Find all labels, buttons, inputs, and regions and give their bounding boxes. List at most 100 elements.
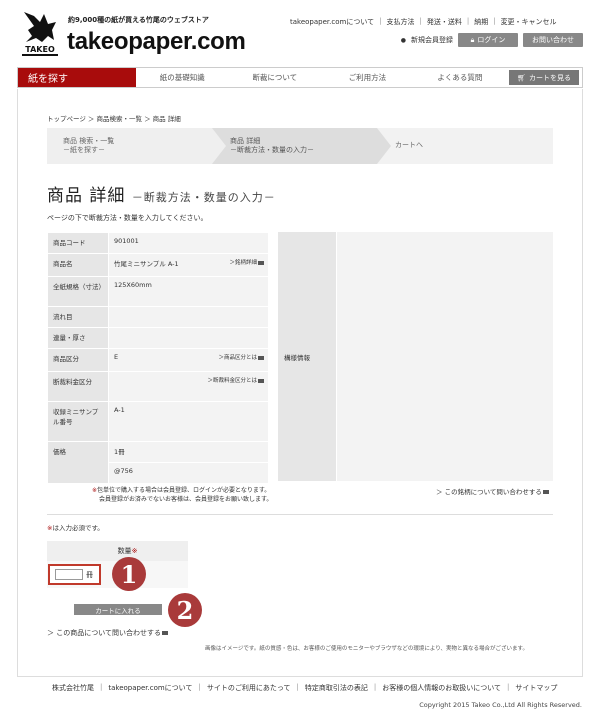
category-cell: E ＞商品区分とは — [108, 348, 269, 372]
nav-search-paper[interactable]: 紙を探す — [18, 68, 136, 87]
step-cart: カートへ — [377, 128, 553, 164]
table-row: 商品コード 901001 — [47, 232, 269, 254]
nav-cutting[interactable]: 断裁について — [229, 68, 322, 87]
window-icon — [162, 631, 169, 635]
quantity-field-highlight: 冊 — [48, 564, 101, 585]
section-divider — [47, 514, 553, 515]
lock-icon: 🔒︎ — [470, 35, 475, 44]
table-row: 流れ目 — [47, 306, 269, 328]
size-value: 125X60mm — [108, 276, 269, 307]
footer-link-law[interactable]: 特定商取引法の表記 — [305, 683, 368, 693]
inquiry-product-link[interactable]: ＞ この商品について問い合わせする — [47, 628, 169, 638]
takeo-logo[interactable]: TAKEO — [18, 8, 62, 58]
top-link-shipping[interactable]: 発送・送料 — [427, 17, 462, 27]
quantity-unit: 冊 — [86, 570, 93, 579]
brand-detail-link[interactable]: ＞銘柄詳細 — [229, 258, 264, 266]
quantity-label: 数量 — [117, 547, 132, 555]
step-detail-title: 商品 詳細 — [230, 137, 261, 145]
cutfee-cell: ＞断裁料金区分とは — [108, 371, 269, 402]
top-link-about[interactable]: takeopaper.comについて — [290, 17, 374, 27]
contents-label: 収録ミニサンプル番号 — [47, 401, 109, 442]
contact-button[interactable]: お問い合わせ — [523, 33, 583, 47]
step-marker-1: 1 — [112, 557, 146, 591]
step-detail-sub: －断裁方法・数量の入力－ — [230, 146, 314, 155]
category-value: E — [114, 353, 119, 361]
separator: | — [373, 683, 377, 691]
product-info-table: 商品コード 901001 商品名 竹尾ミニサンプル A-1 ＞銘柄詳細 全紙規格… — [47, 232, 269, 484]
inquiry-brand-label: ＞ この銘柄について問い合わせする — [436, 488, 542, 496]
contact-label: お問い合わせ — [532, 36, 574, 44]
step-detail: 商品 詳細 －断裁方法・数量の入力－ — [212, 128, 391, 164]
separator: | — [466, 17, 470, 25]
footer-link-about[interactable]: takeopaper.comについて — [108, 683, 192, 693]
inquiry-product-label: ＞ この商品について問い合わせする — [47, 629, 162, 637]
breadcrumb[interactable]: トップページ ＞ 商品検索・一覧 ＞ 商品 詳細 — [47, 113, 181, 123]
member-note: ※包単位で購入する場合は会員登録、ログインが必要となります。 会員登録がお済みで… — [92, 486, 272, 505]
brand-detail-label: ＞銘柄詳細 — [229, 260, 257, 266]
step-marker-2: 2 — [168, 593, 202, 627]
add-to-cart-button[interactable]: カートに入れる — [74, 604, 162, 615]
table-row: 収録ミニサンプル番号 A-1 — [47, 401, 269, 442]
cutfee-info-label: ＞断裁料金区分とは — [207, 378, 257, 384]
site-name[interactable]: takeopaper.com — [67, 28, 246, 56]
category-info-link[interactable]: ＞商品区分とは — [218, 353, 264, 361]
window-icon — [258, 260, 264, 265]
view-cart-button[interactable]: 🛒︎ カートを見る — [509, 70, 580, 85]
top-links: takeopaper.comについて | 支払方法 | 発送・送料 | 納期 | 変更・… — [290, 17, 557, 27]
step-search-title: 商品 検索・一覧 — [63, 137, 115, 145]
page-title-sub: －断裁方法・数量の入力－ — [131, 191, 276, 204]
footer-link-company[interactable]: 株式会社竹尾 — [52, 683, 94, 693]
name-label: 商品名 — [47, 253, 109, 277]
footer-link-sitemap[interactable]: サイトマップ — [515, 683, 557, 693]
cutfee-label: 断裁料金区分 — [47, 371, 109, 402]
top-link-cancel[interactable]: 変更・キャンセル — [501, 17, 557, 27]
register-link[interactable]: 新規会員登録 — [411, 35, 453, 45]
global-nav: 紙を探す 紙の基礎知識 断裁について ご利用方法 よくある質問 🛒︎ カートを見… — [17, 67, 583, 88]
table-row: 断裁料金区分 ＞断裁料金区分とは — [47, 371, 269, 402]
name-value: 竹尾ミニサンプル A-1 — [114, 260, 179, 268]
progress-steps: 商品 検索・一覧 －紙を探す－ 商品 詳細 －断裁方法・数量の入力－ カートへ — [47, 128, 553, 164]
weight-label: 連量・厚さ — [47, 327, 109, 349]
code-value: 901001 — [108, 232, 269, 254]
footer-link-terms[interactable]: サイトのご利用にあたって — [207, 683, 291, 693]
top-link-delivery[interactable]: 納期 — [474, 17, 488, 27]
required-note: ※は入力必須です。 — [47, 522, 104, 532]
grain-value — [108, 306, 269, 328]
table-row: 商品名 竹尾ミニサンプル A-1 ＞銘柄詳細 — [47, 253, 269, 277]
nav-howto[interactable]: ご利用方法 — [321, 68, 414, 87]
member-note-line2: 会員登録がお済みでないお客様は、会員登録をお願い致します。 — [99, 496, 273, 504]
login-button[interactable]: 🔒︎ ログイン — [458, 33, 518, 47]
contents-value: A-1 — [108, 401, 269, 442]
grain-label: 流れ目 — [47, 306, 109, 328]
window-icon — [258, 355, 264, 360]
table-row: 連量・厚さ — [47, 327, 269, 349]
top-link-payment[interactable]: 支払方法 — [386, 17, 414, 27]
inquiry-brand-link[interactable]: ＞ この銘柄について問い合わせする — [436, 486, 549, 496]
quantity-header: 数量 ※ — [47, 541, 188, 561]
step-search[interactable]: 商品 検索・一覧 －紙を探す－ — [47, 128, 226, 164]
code-label: 商品コード — [47, 232, 109, 254]
cutfee-info-link[interactable]: ＞断裁料金区分とは — [207, 376, 264, 384]
quantity-input[interactable] — [55, 569, 83, 580]
instruction-text: ページの下で断裁方法・数量を入力してください。 — [47, 214, 208, 222]
nav-basics[interactable]: 紙の基礎知識 — [136, 68, 229, 87]
step-cart-title: カートへ — [395, 141, 423, 149]
nav-faq[interactable]: よくある質問 — [414, 68, 507, 87]
window-icon — [258, 378, 264, 383]
footer-links: 株式会社竹尾 | takeopaper.comについて | サイトのご利用にあたって… — [52, 683, 557, 693]
site-tagline: 約9,000種の紙が買える竹尾のウェブストア — [68, 16, 209, 24]
cart-icon: 🛒︎ — [517, 73, 527, 82]
footer-link-privacy[interactable]: お客様の個人情報のお取扱いについて — [382, 683, 501, 693]
required-note-text: は入力必須です。 — [52, 524, 104, 532]
view-cart-label: カートを見る — [529, 73, 572, 82]
member-note-text1: 包単位で購入する場合は会員登録、ログインが必要となります。 — [97, 487, 271, 494]
separator: | — [296, 683, 299, 691]
separator: | — [198, 683, 201, 691]
table-row: 価格 1冊 — [47, 441, 269, 484]
separator: | — [100, 683, 103, 691]
side-panel-content — [337, 232, 553, 481]
window-icon — [542, 490, 549, 494]
logo-text: TAKEO — [25, 45, 55, 54]
takeo-logo-icon: TAKEO — [22, 12, 58, 56]
weight-value — [108, 327, 269, 349]
